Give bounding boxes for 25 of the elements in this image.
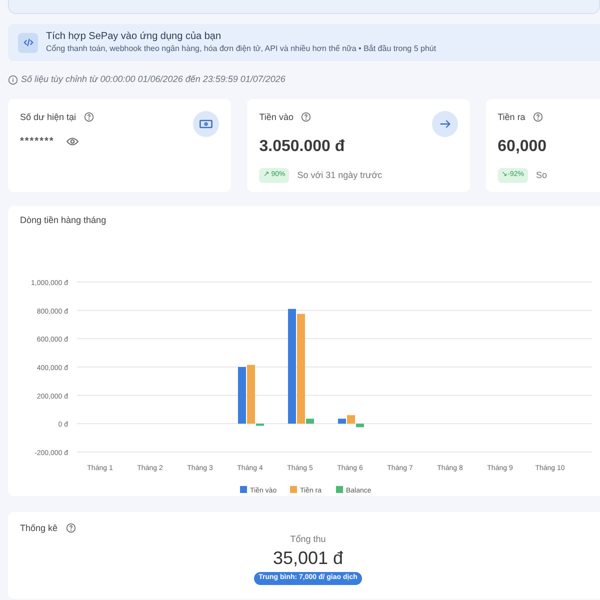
masked-balance: ******* [20, 135, 54, 149]
comparison-text: So [536, 168, 547, 182]
total-amount: 35,001 đ [272, 546, 344, 569]
integration-banner[interactable]: Tích hợp SePay vào ứng dụng của bạn Cổng thanh toán, webhook theo ngân hàng, hóa đơn điện tử, API và nhiều hơn thế nữa • Bắt đầu trong 5 phút [8, 24, 600, 61]
info-icon [8, 74, 18, 85]
eye-icon[interactable] [66, 135, 80, 148]
banner-title: Tích hợp SePay vào ứng dụng của bạn [46, 31, 222, 44]
card-title: Số dư hiện tại [20, 110, 76, 124]
cash-icon [193, 110, 220, 136]
banner-subtitle: Cổng thanh toán, webhook theo ngân hàng, hóa đơn điện tử, API và nhiều hơn thế nữa • Bắt đầu trong 5 phút [46, 44, 436, 54]
help-icon [66, 523, 76, 534]
card-title: Tiền ra [498, 110, 526, 124]
code-icon [18, 32, 38, 52]
help-icon [301, 112, 312, 122]
card-amount: 3.050.000 đ [259, 137, 346, 157]
arrow-right-icon[interactable] [432, 110, 458, 136]
date-range-note: Số liệu tùy chỉnh từ 00:00:00 01/06/2026 đến 23:59:59 01/07/2026 [21, 73, 286, 86]
card-title: Tiền vào [259, 110, 294, 124]
section-title: Thống kê [20, 522, 58, 535]
total-label: Tổng thu [290, 533, 326, 546]
help-icon [84, 112, 94, 122]
help-icon [533, 112, 544, 122]
chart-title: Dòng tiền hàng tháng [20, 214, 108, 227]
card-amount: 60,000 [498, 137, 548, 157]
comparison-text: So với 31 ngày trước [297, 168, 382, 182]
